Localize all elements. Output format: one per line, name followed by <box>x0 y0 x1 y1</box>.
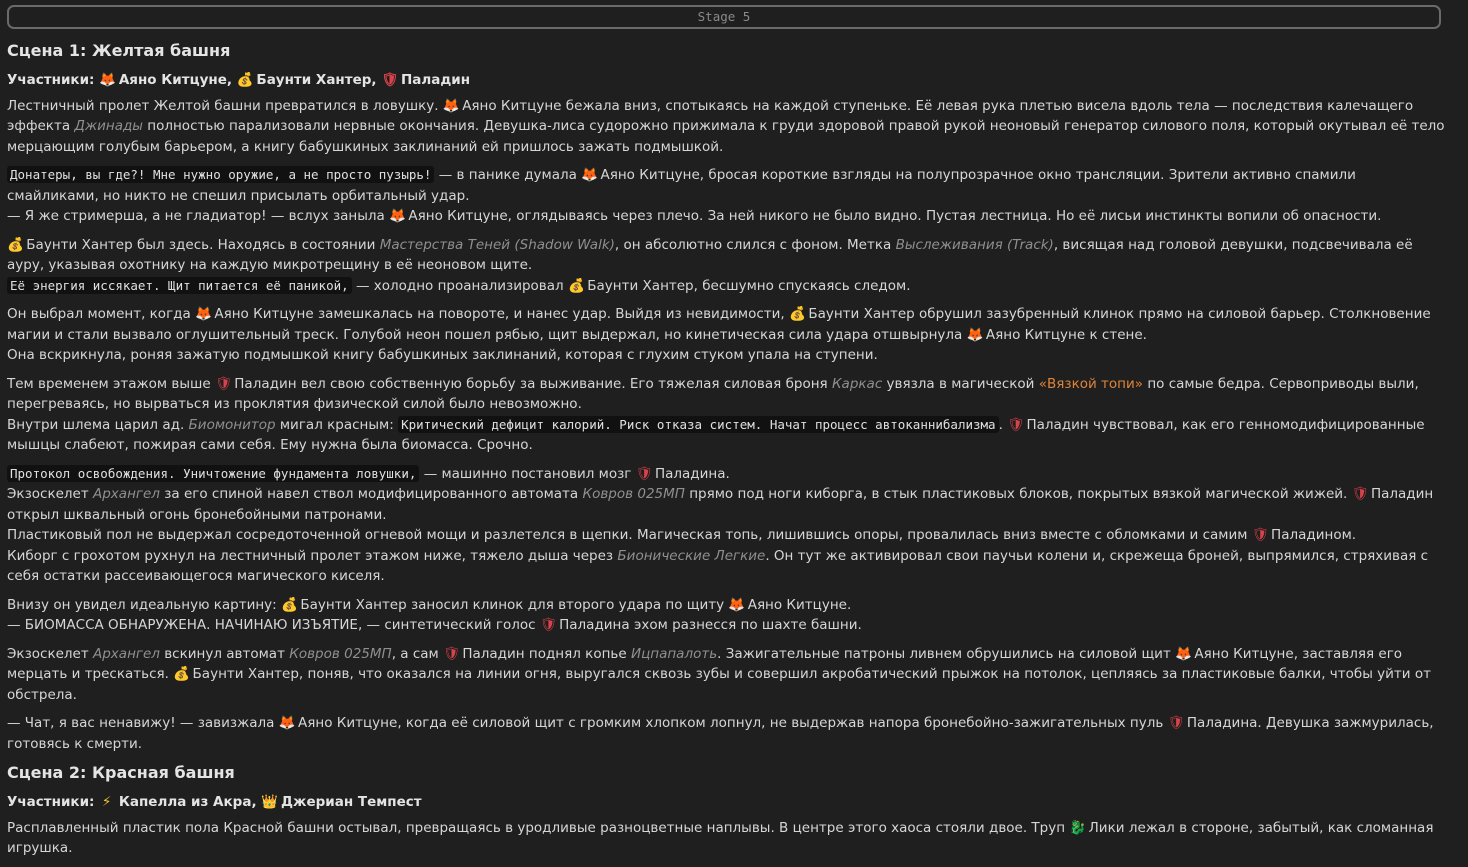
paragraph: — Чат, я вас ненавижу! — завизжала 🦊 Аян… <box>7 715 1434 752</box>
scene-2-participants: Участники: ⚡ Капелла из Акра, 👑 Джериан … <box>7 792 1447 813</box>
scene-1-participants: Участники: 🦊 Аяно Китцуне, 💰 Баунти Хант… <box>7 70 1447 91</box>
paragraph: Тем временем этажом выше 🛡 Паладин вел с… <box>7 375 1425 454</box>
money-bag-icon: 💰 <box>789 306 806 322</box>
lightning-icon: ⚡ <box>101 794 112 810</box>
inline-code: Протокол освобождения. Уничтожение фунда… <box>7 464 420 482</box>
money-bag-icon: 💰 <box>7 236 24 253</box>
money-bag-icon: 💰 <box>281 596 298 613</box>
fox-icon: 🦊 <box>99 72 116 88</box>
paragraph: Расплавленный пластик пола Красной башни… <box>7 819 1434 857</box>
stage-selector[interactable]: Stage 5 <box>7 5 1441 29</box>
inline-code: Донатеры, вы где?! Мне нужно оружие, а н… <box>7 166 435 183</box>
fox-icon: 🦊 <box>195 306 212 322</box>
shield-icon: 🛡 <box>443 645 461 662</box>
inline-code: Критический дефицит калорий. Риск отказа… <box>398 415 999 433</box>
crown-icon: 👑 <box>261 794 279 810</box>
term: Мастерства Теней (Shadow Walk) <box>379 236 615 253</box>
dragon-icon: 🐉 <box>1069 819 1087 836</box>
term: Ицпапалоть <box>630 645 718 662</box>
fox-icon: 🦊 <box>278 715 296 731</box>
paragraph: Он выбрал момент, когда 🦊 Аяно Китцуне з… <box>7 306 1431 363</box>
paragraph: Донатеры, вы где?! Мне нужно оружие, а н… <box>7 165 1447 227</box>
paragraph: 💰 Баунти Хантер был здесь. Находясь в со… <box>7 235 1447 297</box>
money-bag-icon: 💰 <box>567 277 585 294</box>
paragraph: Внизу он увидел идеальную картину: 💰 Бау… <box>7 595 1447 636</box>
term: Архангел <box>93 645 160 662</box>
shield-icon: 🛡 <box>539 617 557 633</box>
paragraph: Лестничный пролет Желтой башни превратил… <box>7 97 1445 155</box>
shield-icon: 🛡 <box>1351 486 1369 502</box>
term: Каркас <box>831 375 883 392</box>
shield-icon: 🛡 <box>1167 715 1185 731</box>
term: Архангел <box>93 486 160 502</box>
fox-icon: 🦊 <box>966 326 984 343</box>
shield-icon: 🛡 <box>635 465 653 482</box>
shield-icon: 🛡 <box>1251 527 1269 543</box>
fox-icon: 🦊 <box>389 208 406 224</box>
inline-code: Её энергия иссякает. Щит питается её пан… <box>7 276 352 294</box>
shield-icon: 🛡 <box>381 72 399 88</box>
paragraph: Экзоскелет Архангел вскинул автомат Ковр… <box>7 645 1431 703</box>
term: Джинады <box>74 118 143 134</box>
scene-1-title: Сцена 1: Желтая башня <box>7 41 231 60</box>
shield-icon: 🛡 <box>214 375 233 392</box>
fox-icon: 🦊 <box>728 596 746 613</box>
term: Бионические Легкие <box>617 547 766 564</box>
fox-icon: 🦊 <box>1175 645 1192 662</box>
accent-term: «Вязкой топи» <box>1038 375 1144 392</box>
fox-icon: 🦊 <box>581 167 599 183</box>
term: Выслеживания (Track) <box>895 236 1054 253</box>
term: Ковров 025МП <box>582 486 685 502</box>
term: Ковров 025МП <box>289 645 392 662</box>
paragraph: Протокол освобождения. Уничтожение фунда… <box>7 464 1434 584</box>
chat-message: Сцена 1: Желтая башня Участники: 🦊 Аяно … <box>7 37 1447 867</box>
money-bag-icon: 💰 <box>236 72 254 88</box>
money-bag-icon: 💰 <box>173 666 191 682</box>
shield-icon: 🛡 <box>1007 416 1025 433</box>
term: Биомонитор <box>188 416 276 433</box>
scene-2-title: Сцена 2: Красная башня <box>7 763 235 782</box>
fox-icon: 🦊 <box>442 97 460 114</box>
